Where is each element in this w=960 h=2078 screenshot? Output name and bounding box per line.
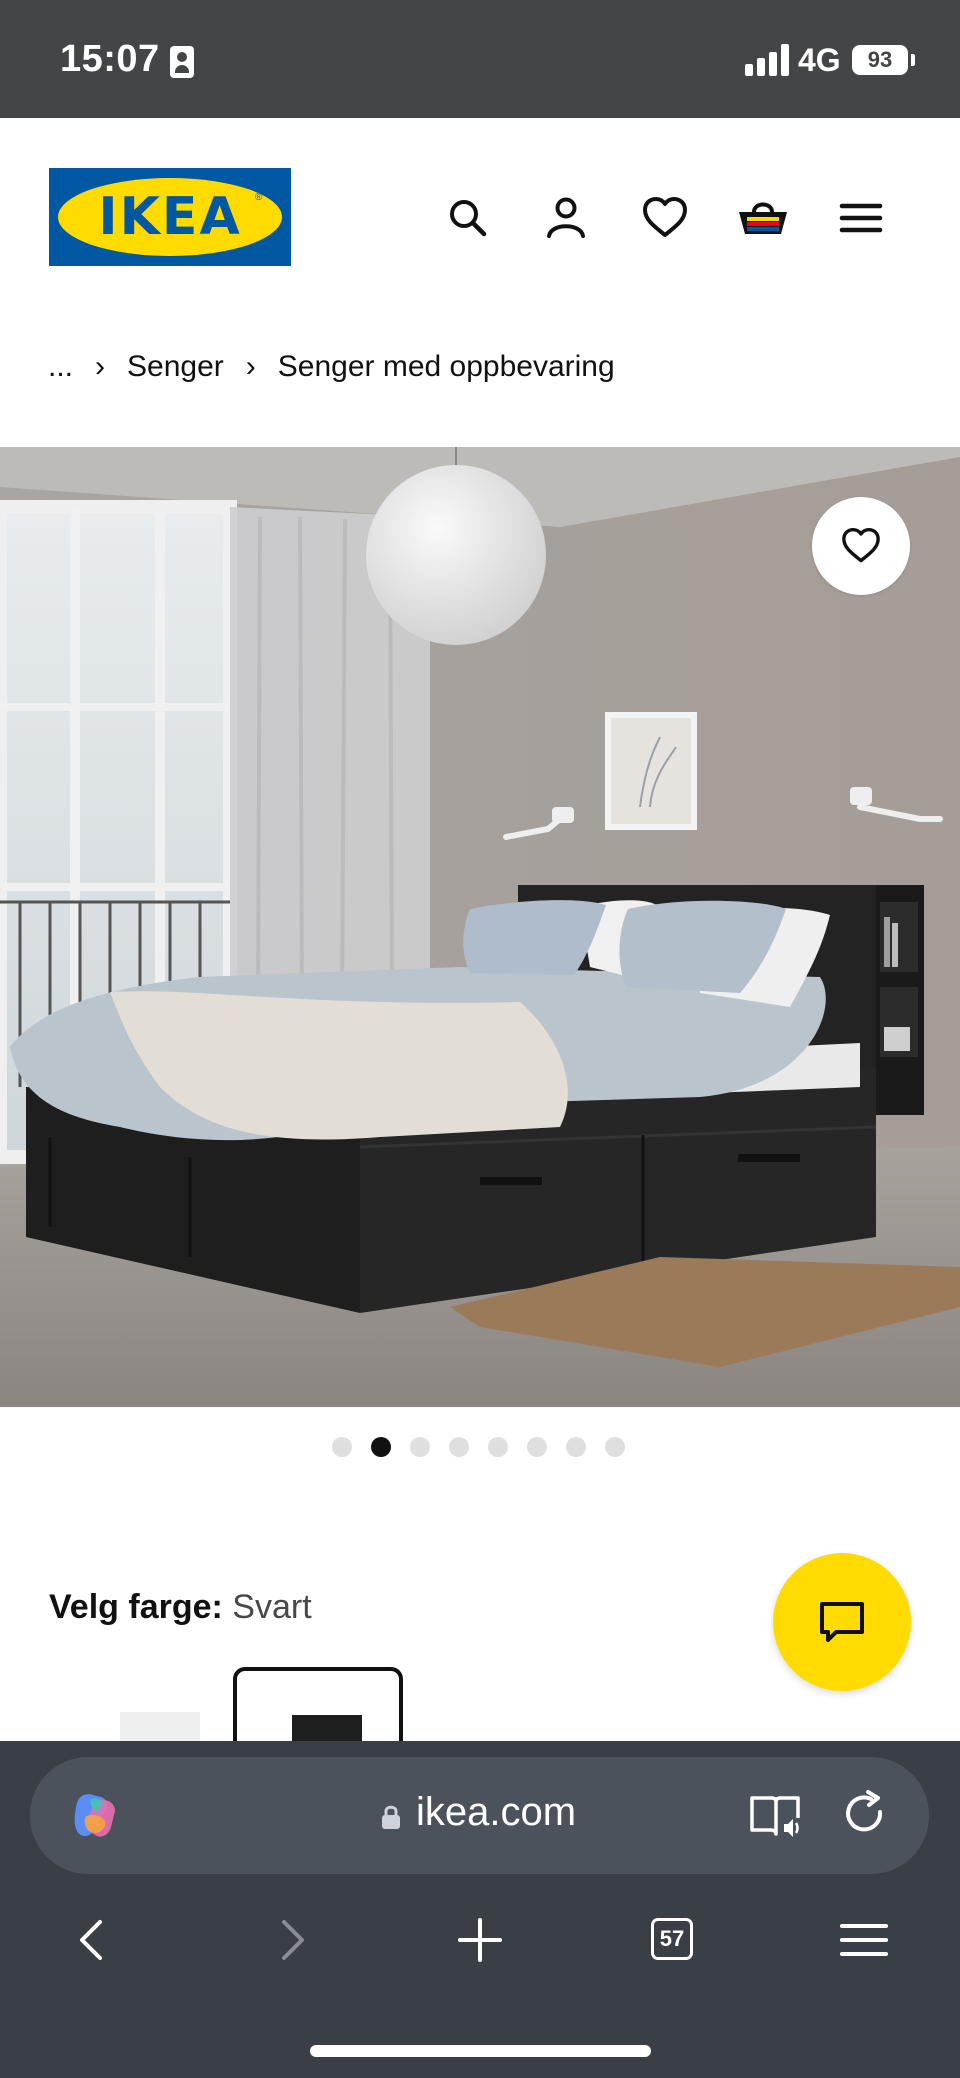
- reload-icon[interactable]: [838, 1788, 890, 1840]
- battery-icon: 93: [852, 45, 908, 75]
- home-indicator[interactable]: [310, 2045, 651, 2057]
- chat-button[interactable]: [773, 1553, 911, 1691]
- browser-menu-icon[interactable]: [836, 1912, 892, 1968]
- color-select-value: Svart: [232, 1588, 312, 1626]
- chat-icon: [820, 1602, 864, 1642]
- back-icon[interactable]: [66, 1912, 122, 1968]
- site-header: IKEA ®: [0, 118, 960, 318]
- heart-icon: [842, 528, 880, 563]
- menu-icon[interactable]: [833, 190, 889, 246]
- account-icon[interactable]: [538, 190, 594, 246]
- search-icon[interactable]: [440, 190, 496, 246]
- logo-registered-mark: ®: [255, 192, 263, 203]
- person-icon: [170, 46, 194, 78]
- color-select-line: Velg farge: Svart: [49, 1588, 312, 1627]
- favorites-icon[interactable]: [637, 190, 693, 246]
- color-swatch-white[interactable]: [120, 1712, 200, 1742]
- status-time: 15:07: [60, 38, 160, 80]
- signal-icon: [745, 44, 789, 76]
- copilot-icon[interactable]: [65, 1787, 123, 1845]
- ikea-logo[interactable]: IKEA ®: [49, 168, 291, 266]
- url-text: ikea.com: [416, 1790, 577, 1834]
- add-to-favorites-button[interactable]: [812, 497, 910, 595]
- color-select-label: Velg farge:: [49, 1588, 223, 1626]
- carousel-dot[interactable]: [488, 1437, 508, 1457]
- reader-view-icon[interactable]: [748, 1790, 804, 1842]
- carousel-dots: [332, 1437, 625, 1457]
- carousel-dot[interactable]: [371, 1437, 391, 1457]
- breadcrumb-separator: ›: [95, 350, 106, 383]
- product-image[interactable]: [0, 447, 960, 1407]
- breadcrumb-separator: ›: [245, 350, 256, 383]
- carousel-dot[interactable]: [605, 1437, 625, 1457]
- carousel-dot[interactable]: [410, 1437, 430, 1457]
- color-swatch-black[interactable]: [233, 1667, 403, 1747]
- breadcrumb-ellipsis[interactable]: ...: [48, 350, 73, 384]
- carousel-dot[interactable]: [332, 1437, 352, 1457]
- new-tab-icon[interactable]: [452, 1912, 508, 1968]
- network-type: 4G: [798, 42, 841, 78]
- breadcrumb: ... › Senger › Senger med oppbevaring: [48, 345, 615, 389]
- forward-icon[interactable]: [262, 1912, 318, 1968]
- breadcrumb-item-senger-med-oppbevaring[interactable]: Senger med oppbevaring: [278, 350, 615, 384]
- carousel-dot[interactable]: [449, 1437, 469, 1457]
- status-bar: 15:07 4G: [0, 0, 960, 118]
- lock-icon: [382, 1805, 400, 1829]
- carousel-dot[interactable]: [566, 1437, 586, 1457]
- carousel-dot[interactable]: [527, 1437, 547, 1457]
- breadcrumb-item-senger[interactable]: Senger: [127, 350, 224, 384]
- tabs-button[interactable]: 57: [651, 1918, 693, 1960]
- logo-text: IKEA: [98, 187, 242, 247]
- battery-tip: [911, 54, 915, 66]
- cart-icon[interactable]: [735, 190, 791, 246]
